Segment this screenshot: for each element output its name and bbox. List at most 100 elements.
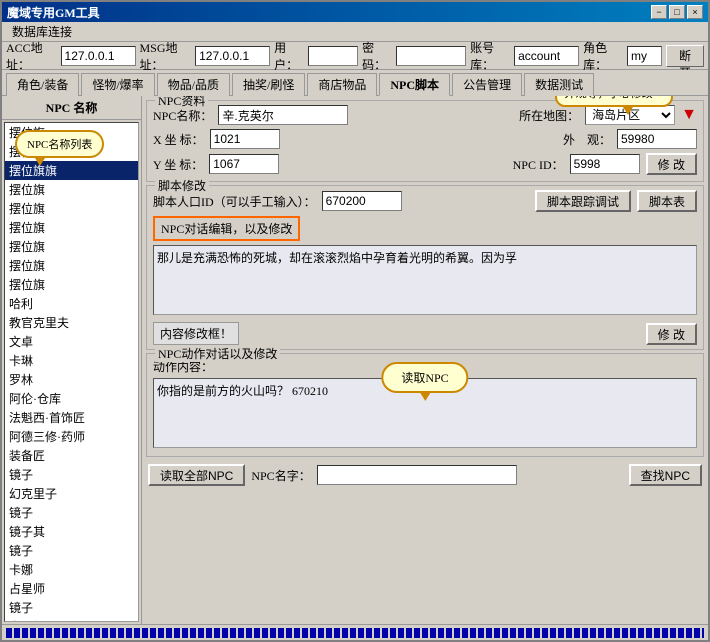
main-content: NPC 名称 摆位旗 摆位旗 摆位旗旗 摆位旗 摆位旗 摆位旗 摆位旗 摆位旗 …: [2, 95, 708, 624]
npc-info-title: NPC资料: [155, 96, 208, 109]
list-item[interactable]: 卡琳: [5, 351, 138, 370]
content-label: 内容修改框！: [153, 322, 239, 345]
npc-form-row2: X 坐 标： 外 观：: [153, 129, 697, 149]
list-item[interactable]: 教官克里夫: [5, 313, 138, 332]
x-label: X 坐 标：: [153, 131, 204, 148]
list-item[interactable]: 哈利: [5, 294, 138, 313]
npc-name-search-input[interactable]: [317, 465, 517, 485]
content-modify-row: 内容修改框！ 修 改: [153, 322, 697, 345]
list-item[interactable]: 罗林: [5, 370, 138, 389]
list-item[interactable]: 摆位旗: [5, 237, 138, 256]
msg-label: MSG地址：: [140, 39, 192, 73]
role-input[interactable]: [627, 46, 662, 66]
dialog-textarea[interactable]: 那儿是充满恐怖的死城，却在滚滚烈焰中孕育着光明的希翼。因为孚: [153, 245, 697, 315]
right-panel: NPC资料 修改NPC位置坐标， 外观等，小心修改 NPC名称： 所在地图： 海: [142, 96, 708, 624]
list-item[interactable]: 镜子: [5, 541, 138, 560]
bottom-bar: 读取全部NPC NPC名字： 查找NPC: [146, 460, 704, 488]
npc-form-row3: Y 坐 标： NPC ID： 修 改: [153, 153, 697, 175]
msg-input[interactable]: [195, 46, 270, 66]
table-button[interactable]: 脚本表: [637, 190, 697, 212]
y-label: Y 坐 标：: [153, 156, 203, 173]
list-item[interactable]: 摆位旗: [5, 218, 138, 237]
map-select[interactable]: 海岛片区: [585, 105, 675, 125]
list-item[interactable]: 摆位旗: [5, 275, 138, 294]
npc-name-input[interactable]: [218, 105, 348, 125]
status-bar: [2, 624, 708, 640]
npc-id-input[interactable]: [570, 154, 640, 174]
action-section: NPC动作对话以及修改 动作内容： 你指的是前方的火山吗？ 670210 读取N…: [146, 353, 704, 457]
list-item[interactable]: 镜子: [5, 503, 138, 522]
npc-name-search-label: NPC名字：: [251, 467, 310, 484]
maximize-button[interactable]: □: [669, 5, 685, 19]
tab-monster[interactable]: 怪物/爆率: [81, 73, 154, 96]
list-item[interactable]: 摆位旗: [5, 123, 138, 142]
tab-bar: 角色/装备 怪物/爆率 物品/品质 抽奖/刷怪 商店物品 NPC脚本 公告管理 …: [2, 70, 708, 95]
list-item[interactable]: 镜子其: [5, 522, 138, 541]
tab-data-test[interactable]: 数据测试: [524, 73, 594, 96]
list-item[interactable]: 法魁西·首饰匠: [5, 408, 138, 427]
list-item[interactable]: 幻克里子: [5, 484, 138, 503]
y-input[interactable]: [209, 154, 279, 174]
pwd-label: 密码：: [362, 39, 392, 73]
connect-button[interactable]: 断开: [666, 45, 704, 67]
view-label: 外 观：: [563, 131, 611, 148]
user-label: 用户：: [274, 39, 304, 73]
title-bar: 魔域专用GM工具 − □ ×: [2, 2, 708, 22]
npc-info-section: NPC资料 修改NPC位置坐标， 外观等，小心修改 NPC名称： 所在地图： 海: [146, 100, 704, 182]
list-item[interactable]: 占星师: [5, 579, 138, 598]
left-panel: NPC 名称 摆位旗 摆位旗 摆位旗旗 摆位旗 摆位旗 摆位旗 摆位旗 摆位旗 …: [2, 96, 142, 624]
list-item[interactable]: 摆位旗: [5, 180, 138, 199]
npc-form-row1: NPC名称： 所在地图： 海岛片区 ▼: [153, 105, 697, 125]
tab-shop[interactable]: 商店物品: [307, 73, 377, 96]
window-title: 魔域专用GM工具: [7, 4, 100, 21]
x-input[interactable]: [210, 129, 280, 149]
list-item[interactable]: 阿德三修·药师: [5, 427, 138, 446]
tab-role-equip[interactable]: 角色/装备: [6, 73, 79, 96]
arrow-down-icon[interactable]: ▼: [681, 106, 697, 124]
script-id-input[interactable]: [322, 191, 402, 211]
map-label: 所在地图：: [519, 107, 579, 124]
list-item[interactable]: 镜子: [5, 598, 138, 617]
list-item[interactable]: 卡娜: [5, 560, 138, 579]
pwd-input[interactable]: [396, 46, 466, 66]
tab-item[interactable]: 物品/品质: [157, 73, 230, 96]
status-progress: [6, 628, 704, 638]
list-item[interactable]: 摆位旗: [5, 142, 138, 161]
close-button[interactable]: ×: [687, 5, 703, 19]
action-textarea[interactable]: 你指的是前方的火山吗？ 670210: [153, 378, 697, 448]
list-item[interactable]: 镜子: [5, 465, 138, 484]
npc-list[interactable]: 摆位旗 摆位旗 摆位旗旗 摆位旗 摆位旗 摆位旗 摆位旗 摆位旗 摆位旗 哈利 …: [4, 122, 139, 622]
npc-id-label: NPC ID：: [513, 156, 564, 173]
toolbar: ACC地址： MSG地址： 用户： 密码： 账号库： 角色库： 断开: [2, 42, 708, 70]
list-item[interactable]: 摆位旗旗: [5, 161, 138, 180]
main-window: 魔域专用GM工具 − □ × 数据库连接 ACC地址： MSG地址： 用户： 密…: [0, 0, 710, 642]
dialog-label: NPC对话编辑，以及修改: [153, 216, 300, 241]
modify-npc-button[interactable]: 修 改: [646, 153, 697, 175]
tab-npc-script[interactable]: NPC脚本: [379, 73, 450, 96]
find-npc-button[interactable]: 查找NPC: [629, 464, 702, 486]
title-bar-buttons: − □ ×: [651, 5, 703, 19]
npc-list-header: NPC 名称: [2, 96, 141, 120]
role-label: 角色库：: [583, 39, 623, 73]
list-item[interactable]: 摆位旗: [5, 199, 138, 218]
list-item[interactable]: 占星师: [5, 617, 138, 622]
tab-lottery[interactable]: 抽奖/刷怪: [232, 73, 305, 96]
acc-input[interactable]: [61, 46, 136, 66]
modify-content-button[interactable]: 修 改: [646, 323, 697, 345]
minimize-button[interactable]: −: [651, 5, 667, 19]
debug-button[interactable]: 脚本跟踪调试: [535, 190, 631, 212]
view-input[interactable]: [617, 129, 697, 149]
db-input[interactable]: [514, 46, 579, 66]
list-item[interactable]: 摆位旗: [5, 256, 138, 275]
user-input[interactable]: [308, 46, 358, 66]
script-id-label: 脚本人口ID（可以手工输入）：: [153, 193, 316, 210]
read-all-npc-button[interactable]: 读取全部NPC: [148, 464, 245, 486]
list-item[interactable]: 阿伦·仓库: [5, 389, 138, 408]
db-label: 账号库：: [470, 39, 510, 73]
acc-label: ACC地址：: [6, 39, 57, 73]
list-item[interactable]: 装备匠: [5, 446, 138, 465]
list-item[interactable]: 文卓: [5, 332, 138, 351]
tab-announcement[interactable]: 公告管理: [452, 73, 522, 96]
script-title: 脚本修改: [155, 177, 209, 194]
script-section: 脚本修改 脚本人口ID（可以手工输入）： 脚本跟踪调试 脚本表 NPC对话编辑，…: [146, 185, 704, 350]
